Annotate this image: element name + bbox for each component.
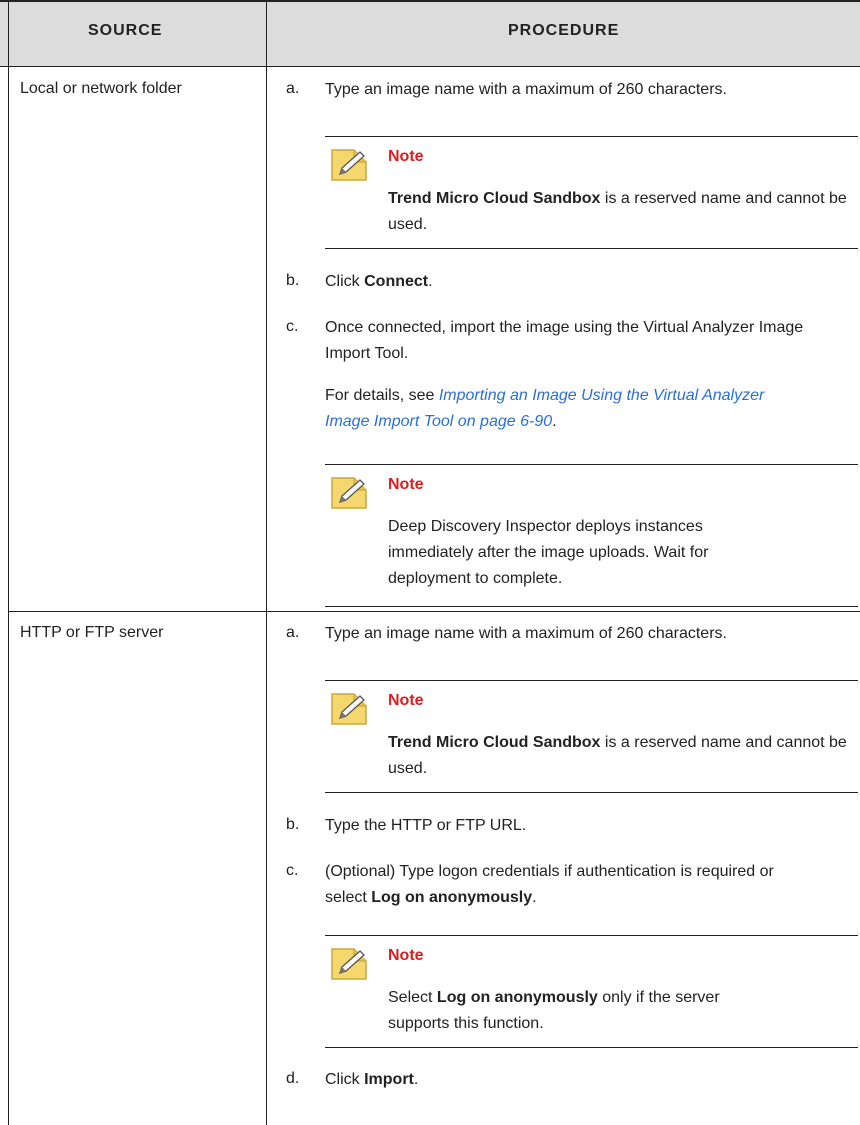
step-b-text: Type the HTTP or FTP URL.: [325, 817, 527, 834]
step-letter-a: a.: [286, 624, 300, 641]
step-c-post: .: [532, 889, 537, 906]
step-letter-c: c.: [286, 862, 299, 879]
connect-label: Connect: [364, 273, 429, 290]
note-bold-product: Trend Micro Cloud Sandbox: [388, 190, 601, 207]
note-title: Note: [388, 947, 424, 964]
note-bottom-rule: [325, 792, 858, 793]
note-bottom-rule: [325, 606, 858, 607]
note-top-rule: [325, 464, 858, 465]
table-top-border: [0, 0, 860, 2]
note-text: Deep Discovery Inspector deploys instanc…: [388, 518, 709, 587]
step-letter-d: d.: [286, 1070, 300, 1087]
header-bottom-border: [0, 66, 860, 67]
step-d-pre: Click: [325, 1071, 365, 1088]
step-a-text: Type an image name with a maximum of 260…: [325, 81, 727, 98]
step-b-text: Click Connect.: [325, 269, 850, 295]
note-title: Note: [388, 148, 424, 165]
header-source: Source: [88, 22, 163, 39]
row-source-local-folder: Local or network folder: [20, 80, 182, 97]
log-on-anonymously-label: Log on anonymously: [436, 989, 598, 1006]
header-procedure: Procedure: [508, 22, 620, 39]
step-d-text: Click Import.: [325, 1067, 850, 1093]
note-top-rule: [325, 935, 858, 936]
step-letter-b: b.: [286, 816, 300, 833]
details-post: .: [552, 413, 557, 430]
step-b-post: .: [428, 273, 433, 290]
note-title: Note: [388, 476, 424, 493]
step-c-details: For details, see Importing an Image Usin…: [325, 383, 805, 435]
column-divider: [266, 0, 267, 1125]
step-a-text: Type an image name with a maximum of 260…: [325, 625, 727, 642]
note-bottom-rule: [325, 1047, 858, 1048]
step-letter-c: c.: [286, 318, 299, 335]
step-b-pre: Click: [325, 273, 365, 290]
step-d-post: .: [413, 1071, 419, 1088]
step-letter-a: a.: [286, 80, 300, 97]
note-pencil-icon: [330, 690, 368, 726]
log-on-anonymously-label: Log on anonymously: [371, 889, 533, 906]
note-title: Note: [388, 692, 424, 709]
note-text: Select Log on anonymously only if the se…: [388, 985, 768, 1037]
step-c-text: Once connected, import the image using t…: [325, 319, 804, 362]
note-text: Trend Micro Cloud Sandbox is a reserved …: [388, 730, 858, 782]
note-text: Trend Micro Cloud Sandbox is a reserved …: [388, 186, 858, 238]
details-pre: For details, see: [325, 387, 439, 404]
note-bold-product: Trend Micro Cloud Sandbox: [388, 734, 601, 751]
step-c-text: (Optional) Type logon credentials if aut…: [325, 859, 805, 911]
note-bottom-rule: [325, 248, 858, 249]
note-top-rule: [325, 136, 858, 137]
note-pencil-icon: [330, 945, 368, 981]
note-pencil-icon: [330, 146, 368, 182]
row-divider: [8, 611, 860, 612]
import-label: Import: [364, 1071, 414, 1088]
row-source-http-ftp: HTTP or FTP server: [20, 624, 164, 641]
note-pre: Select: [388, 989, 437, 1006]
note-top-rule: [325, 680, 858, 681]
table-left-border: [8, 0, 9, 1125]
note-pencil-icon: [330, 474, 368, 510]
step-letter-b: b.: [286, 272, 300, 289]
